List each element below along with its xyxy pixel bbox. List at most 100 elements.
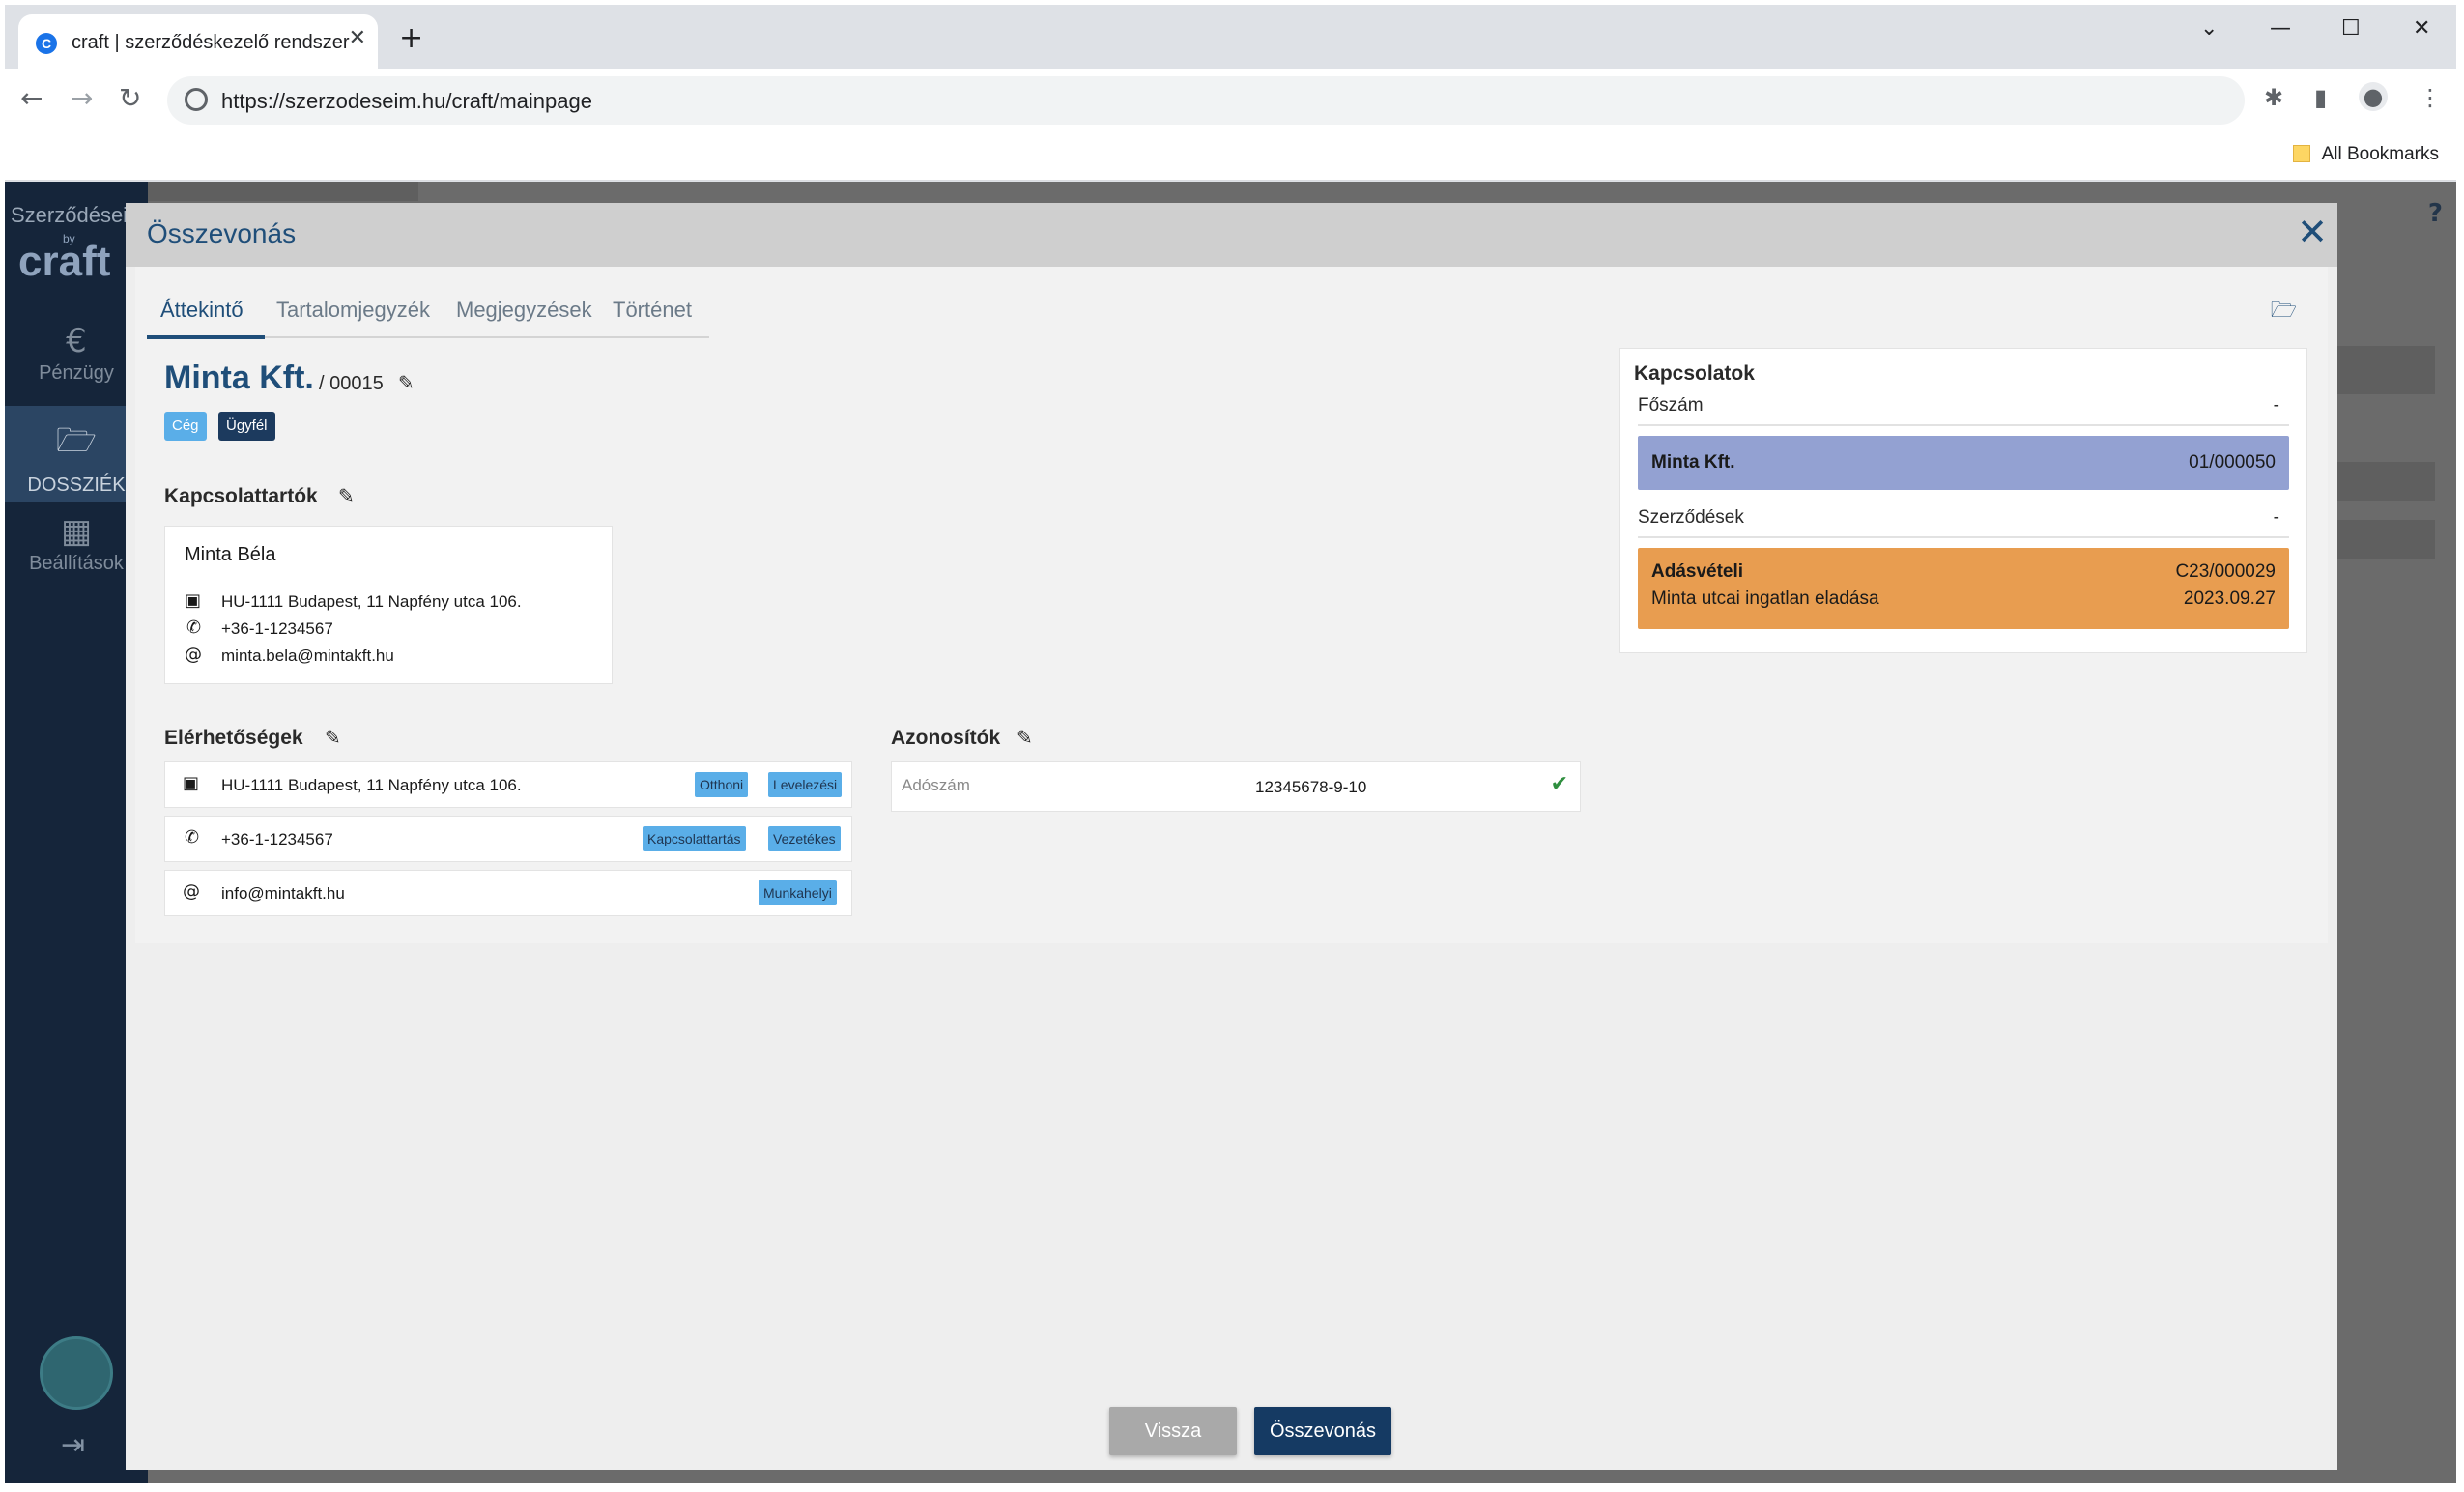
logout-icon[interactable]: ⇥ xyxy=(61,1428,85,1462)
side-panel-icon[interactable]: ▮ xyxy=(2314,84,2327,111)
reachability-row-address[interactable]: ▣ HU-1111 Budapest, 11 Napfény utca 106.… xyxy=(164,761,852,808)
tab-megjegyzesek[interactable]: Megjegyzések xyxy=(456,298,592,323)
active-tab-underline xyxy=(147,335,265,339)
tab-attekinto[interactable]: Áttekintő xyxy=(160,298,244,323)
company-name: Minta Kft. xyxy=(164,359,314,396)
background-panel xyxy=(2329,520,2435,559)
sidebar-item-label: DOSSZIÉK xyxy=(27,474,126,496)
back-arrow-icon[interactable]: ← xyxy=(20,82,43,114)
folder-open-icon[interactable]: 🗁 xyxy=(2271,294,2297,330)
contact-card[interactable]: Minta Béla ▣ HU-1111 Budapest, 11 Napfén… xyxy=(164,526,613,684)
main-relation-name: Minta Kft. xyxy=(1651,452,1735,473)
page-content: Szerződései by craft € Pénzügy 🗁 DOSSZIÉ… xyxy=(5,182,2456,1483)
main-relation-block[interactable]: Minta Kft. 01/000050 xyxy=(1638,436,2289,490)
edit-icon[interactable]: ✎ xyxy=(325,726,341,749)
contact-name: Minta Béla xyxy=(185,544,276,565)
url-text: https://szerzodeseim.hu/craft/mainpage xyxy=(221,89,592,113)
edit-icon[interactable]: ✎ xyxy=(338,484,355,507)
contacts-title: Kapcsolattartók xyxy=(164,485,318,507)
extensions-puzzle-icon[interactable]: ✱ xyxy=(2264,84,2283,111)
craft-favicon-icon: C xyxy=(36,33,57,54)
tag-kapcsolattartas: Kapcsolattartás xyxy=(643,826,746,851)
modal-body: Áttekintő Tartalomjegyzék Megjegyzések T… xyxy=(135,267,2328,943)
tab-tartalomjegyzek[interactable]: Tartalomjegyzék xyxy=(276,298,430,323)
background-panel xyxy=(2329,462,2435,501)
contract-block[interactable]: Adásvételi Minta utcai ingatlan eladása … xyxy=(1638,548,2289,629)
user-avatar[interactable] xyxy=(40,1336,113,1410)
relations-title: Kapcsolatok xyxy=(1634,362,1755,385)
new-tab-icon[interactable]: + xyxy=(399,24,423,53)
identifier-label: Adószám xyxy=(902,776,970,794)
identifier-row[interactable]: Adószám 12345678-9-10 ✔ xyxy=(891,761,1581,812)
identifier-value: 12345678-9-10 xyxy=(1255,778,1367,796)
reachability-title: Elérhetőségek xyxy=(164,727,303,749)
merge-button[interactable]: Összevonás xyxy=(1254,1407,1391,1455)
badge-ceg: Cég xyxy=(164,412,207,441)
browser-menu-icon[interactable]: ⋮ xyxy=(2419,84,2442,111)
bookmarks-bar: All Bookmarks xyxy=(5,132,2456,181)
minimize-icon[interactable]: — xyxy=(2270,16,2291,41)
reachability-row-email[interactable]: @ info@mintakft.hu Munkahelyi xyxy=(164,870,852,916)
tab-close-icon[interactable]: ✕ xyxy=(349,26,366,50)
tag-munkahelyi: Munkahelyi xyxy=(759,880,837,905)
reachability-text: HU-1111 Budapest, 11 Napfény utca 106. xyxy=(221,776,522,794)
contract-date: 2023.09.27 xyxy=(2183,588,2276,609)
sidebar-item-label: Beállítások xyxy=(29,553,124,574)
profile-avatar-icon[interactable]: ● xyxy=(2359,82,2388,111)
tab-search-chevron-icon[interactable]: ⌄ xyxy=(2200,16,2218,41)
at-sign-icon: @ xyxy=(183,881,200,902)
help-icon[interactable]: ? xyxy=(2428,199,2443,228)
tab-bar: Áttekintő Tartalomjegyzék Megjegyzések T… xyxy=(147,286,709,339)
contracts-value: - xyxy=(2273,507,2279,528)
contract-description: Minta utcai ingatlan eladása xyxy=(1651,588,1879,609)
reachability-row-phone[interactable]: ✆ +36-1-1234567 Kapcsolattartás Vezetéke… xyxy=(164,816,852,862)
merge-modal: Összevonás ✕ Áttekintő Tartalomjegyzék M… xyxy=(126,203,2337,1470)
all-bookmarks[interactable]: All Bookmarks xyxy=(2292,144,2439,165)
phone-icon: ✆ xyxy=(185,827,200,847)
contact-email: minta.bela@mintakft.hu xyxy=(221,646,394,665)
modal-header: Összevonás ✕ xyxy=(126,203,2337,267)
contact-address: HU-1111 Budapest, 11 Napfény utca 106. xyxy=(221,592,522,611)
sidebar-logo-text: Szerződései xyxy=(11,203,129,227)
divider xyxy=(1638,424,2289,426)
tag-levelezesi: Levelezési xyxy=(768,772,843,797)
edit-icon[interactable]: ✎ xyxy=(1017,726,1033,749)
edit-icon[interactable]: ✎ xyxy=(398,371,415,394)
site-info-icon[interactable] xyxy=(185,88,208,111)
main-relation-number: 01/000050 xyxy=(2189,452,2276,473)
all-bookmarks-label: All Bookmarks xyxy=(2321,144,2439,164)
tab-tortenet[interactable]: Történet xyxy=(613,298,692,323)
window-close-icon[interactable]: ✕ xyxy=(2413,16,2430,41)
main-number-value: - xyxy=(2273,395,2279,416)
bookmark-folder-icon xyxy=(2292,145,2310,162)
modal-title: Összevonás xyxy=(147,218,297,248)
sidebar-logo-brand: craft xyxy=(18,238,111,285)
back-button[interactable]: Vissza xyxy=(1109,1407,1237,1455)
company-code: / 00015 xyxy=(319,373,384,394)
tab-strip: C craft | szerződéskezelő rendszer ✕ + ⌄… xyxy=(5,5,2456,69)
background-panel xyxy=(2329,346,2435,394)
main-number-label: Főszám xyxy=(1638,395,1704,416)
reachability-text: info@mintakft.hu xyxy=(221,884,345,903)
screen: C craft | szerződéskezelő rendszer ✕ + ⌄… xyxy=(0,0,2464,1492)
close-icon[interactable]: ✕ xyxy=(2297,211,2328,253)
background-panel xyxy=(148,182,418,201)
check-icon: ✔ xyxy=(1550,772,1568,796)
tag-otthoni: Otthoni xyxy=(695,772,749,797)
maximize-icon[interactable]: ☐ xyxy=(2341,16,2361,41)
at-sign-icon: @ xyxy=(185,645,202,665)
tab-title: craft | szerződéskezelő rendszer xyxy=(72,32,350,53)
contract-type: Adásvételi xyxy=(1651,561,1744,582)
address-bar[interactable]: https://szerzodeseim.hu/craft/mainpage xyxy=(167,76,2245,125)
badge-ugyfel: Ügyfél xyxy=(218,412,275,441)
browser-tab[interactable]: C craft | szerződéskezelő rendszer ✕ xyxy=(18,14,378,69)
reachability-text: +36-1-1234567 xyxy=(221,830,333,848)
reload-icon[interactable]: ↻ xyxy=(119,82,141,114)
identifiers-title: Azonosítók xyxy=(891,727,1001,749)
relations-panel: Kapcsolatok Főszám - Minta Kft. 01/00005… xyxy=(1619,348,2307,653)
phone-icon: ✆ xyxy=(186,617,202,638)
address-card-icon: ▣ xyxy=(185,590,202,611)
browser-window: C craft | szerződéskezelő rendszer ✕ + ⌄… xyxy=(5,5,2456,1483)
divider xyxy=(1638,536,2289,538)
forward-arrow-icon[interactable]: → xyxy=(71,82,93,114)
